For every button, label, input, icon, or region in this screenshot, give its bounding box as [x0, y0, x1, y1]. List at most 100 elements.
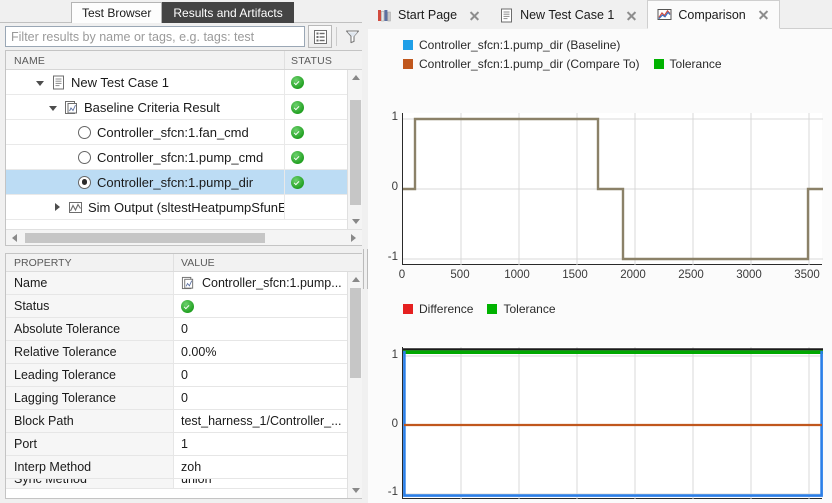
property-value: zoh — [173, 456, 362, 478]
property-row-sync-method[interactable]: Sync Method union — [6, 479, 362, 489]
property-row-lagging-tolerance[interactable]: Lagging Tolerance 0 — [6, 387, 362, 410]
property-label: Status — [6, 295, 173, 317]
scroll-left-icon[interactable] — [6, 230, 22, 245]
application-window: Test Browser Results and Artifacts Filte… — [0, 0, 832, 503]
scroll-up-icon[interactable] — [348, 70, 362, 85]
property-label: Absolute Tolerance — [6, 318, 173, 340]
property-label: Relative Tolerance — [6, 341, 173, 363]
baseline-criteria-icon — [181, 276, 196, 291]
twisty-down-icon[interactable] — [34, 76, 47, 89]
close-icon[interactable] — [755, 6, 772, 23]
property-label: Lagging Tolerance — [6, 387, 173, 409]
property-row-block-path[interactable]: Block Path test_harness_1/Controller_... — [6, 410, 362, 433]
toolbar-separator — [336, 27, 337, 46]
property-row-relative-tolerance[interactable]: Relative Tolerance 0.00% — [6, 341, 362, 364]
legend-row-2: Controller_sfcn:1.pump_dir (Compare To) … — [403, 56, 736, 71]
x-tick-top-2500: 2500 — [678, 269, 704, 281]
x-tick-top-0: 0 — [398, 269, 406, 281]
left-panel: Test Browser Results and Artifacts Filte… — [0, 0, 368, 503]
start-page-icon — [377, 8, 392, 23]
property-vertical-scrollbar[interactable] — [347, 272, 362, 498]
y-tick-bot-0: 0 — [391, 418, 398, 430]
tree-row-new-test-case-1[interactable]: New Test Case 1 — [6, 70, 362, 95]
scroll-up-icon[interactable] — [348, 272, 362, 287]
tree-column-status: STATUS — [284, 51, 362, 69]
series-difference-bounds — [403, 351, 823, 497]
tree-hscroll-thumb[interactable] — [25, 233, 265, 243]
property-row-leading-tolerance[interactable]: Leading Tolerance 0 — [6, 364, 362, 387]
baseline-criteria-icon — [64, 100, 79, 115]
scroll-down-icon[interactable] — [348, 214, 362, 229]
radio-off-icon[interactable] — [78, 150, 91, 164]
twisty-right-icon[interactable] — [51, 201, 64, 214]
passed-icon — [181, 299, 194, 313]
property-table: PROPERTY VALUE Name Controller_sfcn:1.pu… — [5, 253, 363, 499]
comparison-plot-area[interactable] — [402, 113, 823, 265]
tree-row-pump-dir[interactable]: Controller_sfcn:1.pump_dir — [6, 170, 362, 195]
tree-horizontal-scrollbar[interactable] — [6, 229, 362, 245]
right-panel: Start Page New Test Case 1 Comparison Co… — [368, 0, 832, 503]
tab-start-page[interactable]: Start Page — [368, 1, 491, 29]
difference-plot-area[interactable] — [402, 347, 823, 499]
columns-icon[interactable] — [308, 25, 332, 48]
property-row-port[interactable]: Port 1 — [6, 433, 362, 456]
property-column-property: PROPERTY — [14, 257, 72, 269]
funnel-icon[interactable] — [340, 25, 364, 48]
legend-label: Tolerance — [503, 301, 556, 316]
signal-plot-icon — [68, 200, 83, 215]
comparison-plot-legend: Controller_sfcn:1.pump_dir (Baseline) Co… — [403, 37, 736, 71]
legend-swatch — [403, 39, 413, 50]
property-value: 1 — [173, 433, 362, 455]
property-rows: Name Controller_sfcn:1.pump... Status Ab… — [6, 272, 362, 498]
property-row-absolute-tolerance[interactable]: Absolute Tolerance 0 — [6, 318, 362, 341]
tab-results-and-artifacts[interactable]: Results and Artifacts — [162, 2, 294, 23]
tab-comparison[interactable]: Comparison — [647, 0, 780, 29]
legend-item-tolerance-diff[interactable]: Tolerance — [487, 301, 556, 316]
x-tick-top-1500: 1500 — [562, 269, 588, 281]
tree-row-label: New Test Case 1 — [71, 74, 170, 90]
tree-header: NAME STATUS — [6, 51, 362, 70]
scroll-down-icon[interactable] — [348, 483, 362, 498]
legend-item-difference[interactable]: Difference — [403, 302, 473, 316]
tree-row-baseline-criteria-result[interactable]: Baseline Criteria Result — [6, 95, 362, 120]
property-label: Name — [6, 272, 173, 294]
radio-off-icon[interactable] — [78, 125, 91, 139]
tree-scroll-thumb[interactable] — [350, 100, 361, 205]
tree-row-pump-cmd[interactable]: Controller_sfcn:1.pump_cmd — [6, 145, 362, 170]
y-tick-bot-1: 1 — [391, 349, 398, 361]
radio-on-icon[interactable] — [78, 175, 91, 189]
status-passed-icon — [291, 125, 304, 139]
legend-swatch — [487, 303, 498, 314]
legend-item-baseline[interactable]: Controller_sfcn:1.pump_dir (Baseline) — [403, 38, 620, 52]
test-case-icon — [499, 8, 514, 23]
tree-vertical-scrollbar[interactable] — [347, 70, 362, 229]
property-row-name[interactable]: Name Controller_sfcn:1.pump... — [6, 272, 362, 295]
tree-row-label: Controller_sfcn:1.pump_dir — [97, 174, 254, 190]
close-icon[interactable] — [623, 7, 640, 24]
legend-label: Difference — [419, 301, 474, 316]
tree-row-fan-cmd[interactable]: Controller_sfcn:1.fan_cmd — [6, 120, 362, 145]
property-label: Block Path — [6, 410, 173, 432]
property-label: Sync Method — [6, 479, 173, 488]
legend-row-diff: Difference Tolerance — [403, 301, 570, 316]
difference-plot-legend: Difference Tolerance — [403, 301, 570, 316]
status-passed-icon — [291, 175, 304, 189]
property-row-status[interactable]: Status — [6, 295, 362, 318]
y-tick-bot-m1: -1 — [387, 486, 398, 498]
legend-item-tolerance[interactable]: Tolerance — [653, 57, 722, 71]
legend-swatch — [653, 58, 664, 69]
filter-results-input[interactable] — [5, 26, 305, 47]
twisty-down-icon[interactable] — [47, 101, 60, 114]
close-icon[interactable] — [466, 7, 483, 24]
property-scroll-thumb[interactable] — [350, 288, 361, 378]
filter-toolbar — [0, 23, 368, 50]
y-tick-top-1: 1 — [391, 111, 398, 123]
tree-row-sim-output[interactable]: Sim Output (sltestHeatpumpSfunE — [6, 195, 362, 220]
tab-test-browser[interactable]: Test Browser — [71, 2, 163, 23]
legend-item-compare-to[interactable]: Controller_sfcn:1.pump_dir (Compare To) — [403, 57, 640, 71]
property-row-interp-method[interactable]: Interp Method zoh — [6, 456, 362, 479]
y-tick-top-m1: -1 — [387, 251, 398, 263]
scroll-right-icon[interactable] — [346, 230, 362, 245]
legend-label: Controller_sfcn:1.pump_dir (Compare To) — [419, 56, 640, 71]
tab-new-test-case-1[interactable]: New Test Case 1 — [490, 1, 648, 29]
